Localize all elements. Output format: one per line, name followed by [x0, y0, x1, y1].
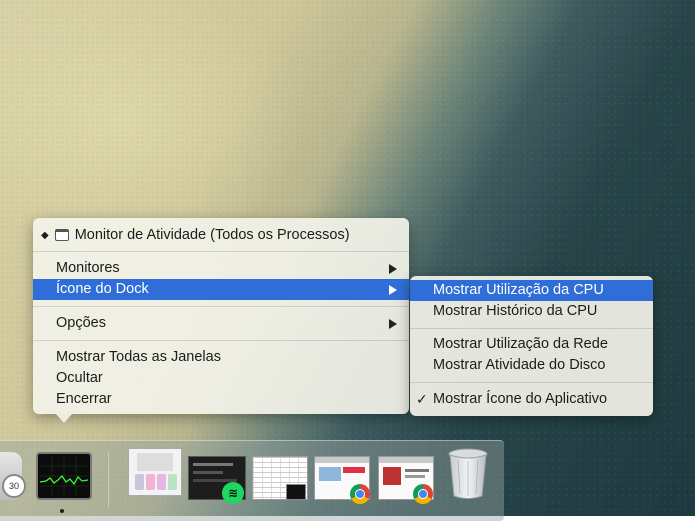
menu-item-label: Ícone do Dock	[56, 281, 149, 297]
cpu-graph-icon	[40, 456, 88, 496]
menu-separator	[410, 382, 653, 383]
menu-separator	[33, 340, 409, 341]
menu-header-label: Monitor de Atividade (Todos os Processos…	[75, 227, 350, 243]
menu-item-opcoes[interactable]: Opções	[33, 313, 409, 334]
trash-icon[interactable]	[446, 446, 490, 500]
menu-separator	[410, 328, 653, 329]
submenu-item-network-usage[interactable]: Mostrar Utilização da Rede	[410, 334, 653, 355]
browser-toolbar	[315, 457, 369, 463]
thumbnail-block	[343, 467, 365, 473]
menu-item-label: Opções	[56, 315, 106, 331]
thumbnail-block	[168, 474, 177, 490]
submenu-item-label: Mostrar Utilização da CPU	[433, 282, 604, 298]
app-icon-left[interactable]: 30	[0, 452, 22, 500]
submenu-item-label: Mostrar Ícone do Aplicativo	[433, 391, 607, 407]
submenu-arrow-icon	[389, 319, 397, 329]
photos-window-thumbnail[interactable]	[128, 448, 182, 496]
thumbnail-block	[146, 474, 155, 490]
activity-monitor-mini-icon	[286, 484, 306, 500]
menu-item-mostrar-todas-as-janelas[interactable]: Mostrar Todas as Janelas	[33, 347, 409, 368]
thumbnail-block	[383, 467, 401, 485]
menu-header: ◆ Monitor de Atividade (Todos os Process…	[41, 224, 350, 246]
trash-can-icon	[446, 446, 490, 500]
browser-toolbar	[379, 457, 433, 463]
submenu-arrow-icon	[389, 264, 397, 274]
activity-monitor-icon[interactable]	[36, 452, 92, 500]
thumbnail-block	[405, 475, 425, 478]
dock-divider	[108, 452, 109, 508]
thumbnail-block	[157, 474, 166, 490]
menu-item-label: Mostrar Todas as Janelas	[56, 349, 221, 365]
thumbnail-row	[193, 471, 223, 474]
menu-item-label: Ocultar	[56, 370, 103, 386]
submenu-item-label: Mostrar Utilização da Rede	[433, 336, 608, 352]
submenu-item-label: Mostrar Atividade do Disco	[433, 357, 605, 373]
submenu-arrow-icon	[389, 285, 397, 295]
menu-pointer	[56, 414, 72, 423]
thumbnail-block	[135, 474, 144, 490]
submenu-item-cpu-history[interactable]: Mostrar Histórico da CPU	[410, 301, 653, 322]
menu-item-icone-do-dock[interactable]: Ícone do Dock	[33, 279, 409, 300]
checkmark-icon: ✓	[416, 389, 428, 410]
thumbnail-block	[405, 469, 429, 472]
calendar-badge-icon: 30	[2, 474, 26, 498]
spotify-icon: ≋	[222, 482, 244, 504]
thumbnail-block	[319, 467, 341, 481]
chrome-icon	[413, 484, 433, 504]
running-indicator	[60, 509, 64, 513]
window-icon	[55, 229, 69, 241]
submenu-item-cpu-usage[interactable]: Mostrar Utilização da CPU	[410, 280, 653, 301]
menu-item-label: Encerrar	[56, 391, 112, 407]
menu-item-ocultar[interactable]: Ocultar	[33, 368, 409, 389]
chrome-icon	[350, 484, 370, 504]
thumbnail-row	[193, 463, 233, 466]
submenu-item-label: Mostrar Histórico da CPU	[433, 303, 597, 319]
thumbnail-block	[137, 453, 173, 471]
submenu-item-disk-activity[interactable]: Mostrar Atividade do Disco	[410, 355, 653, 376]
menu-separator	[33, 251, 409, 252]
dock-icon-submenu: Mostrar Utilização da CPU Mostrar Histór…	[410, 276, 653, 416]
menu-item-monitores[interactable]: Monitores	[33, 258, 409, 279]
diamond-icon: ◆	[41, 230, 49, 241]
submenu-item-app-icon[interactable]: ✓ Mostrar Ícone do Aplicativo	[410, 389, 653, 410]
menu-item-encerrar[interactable]: Encerrar	[33, 389, 409, 410]
dock-context-menu: ◆ Monitor de Atividade (Todos os Process…	[33, 218, 409, 414]
menu-separator	[33, 306, 409, 307]
menu-item-label: Monitores	[56, 260, 120, 276]
